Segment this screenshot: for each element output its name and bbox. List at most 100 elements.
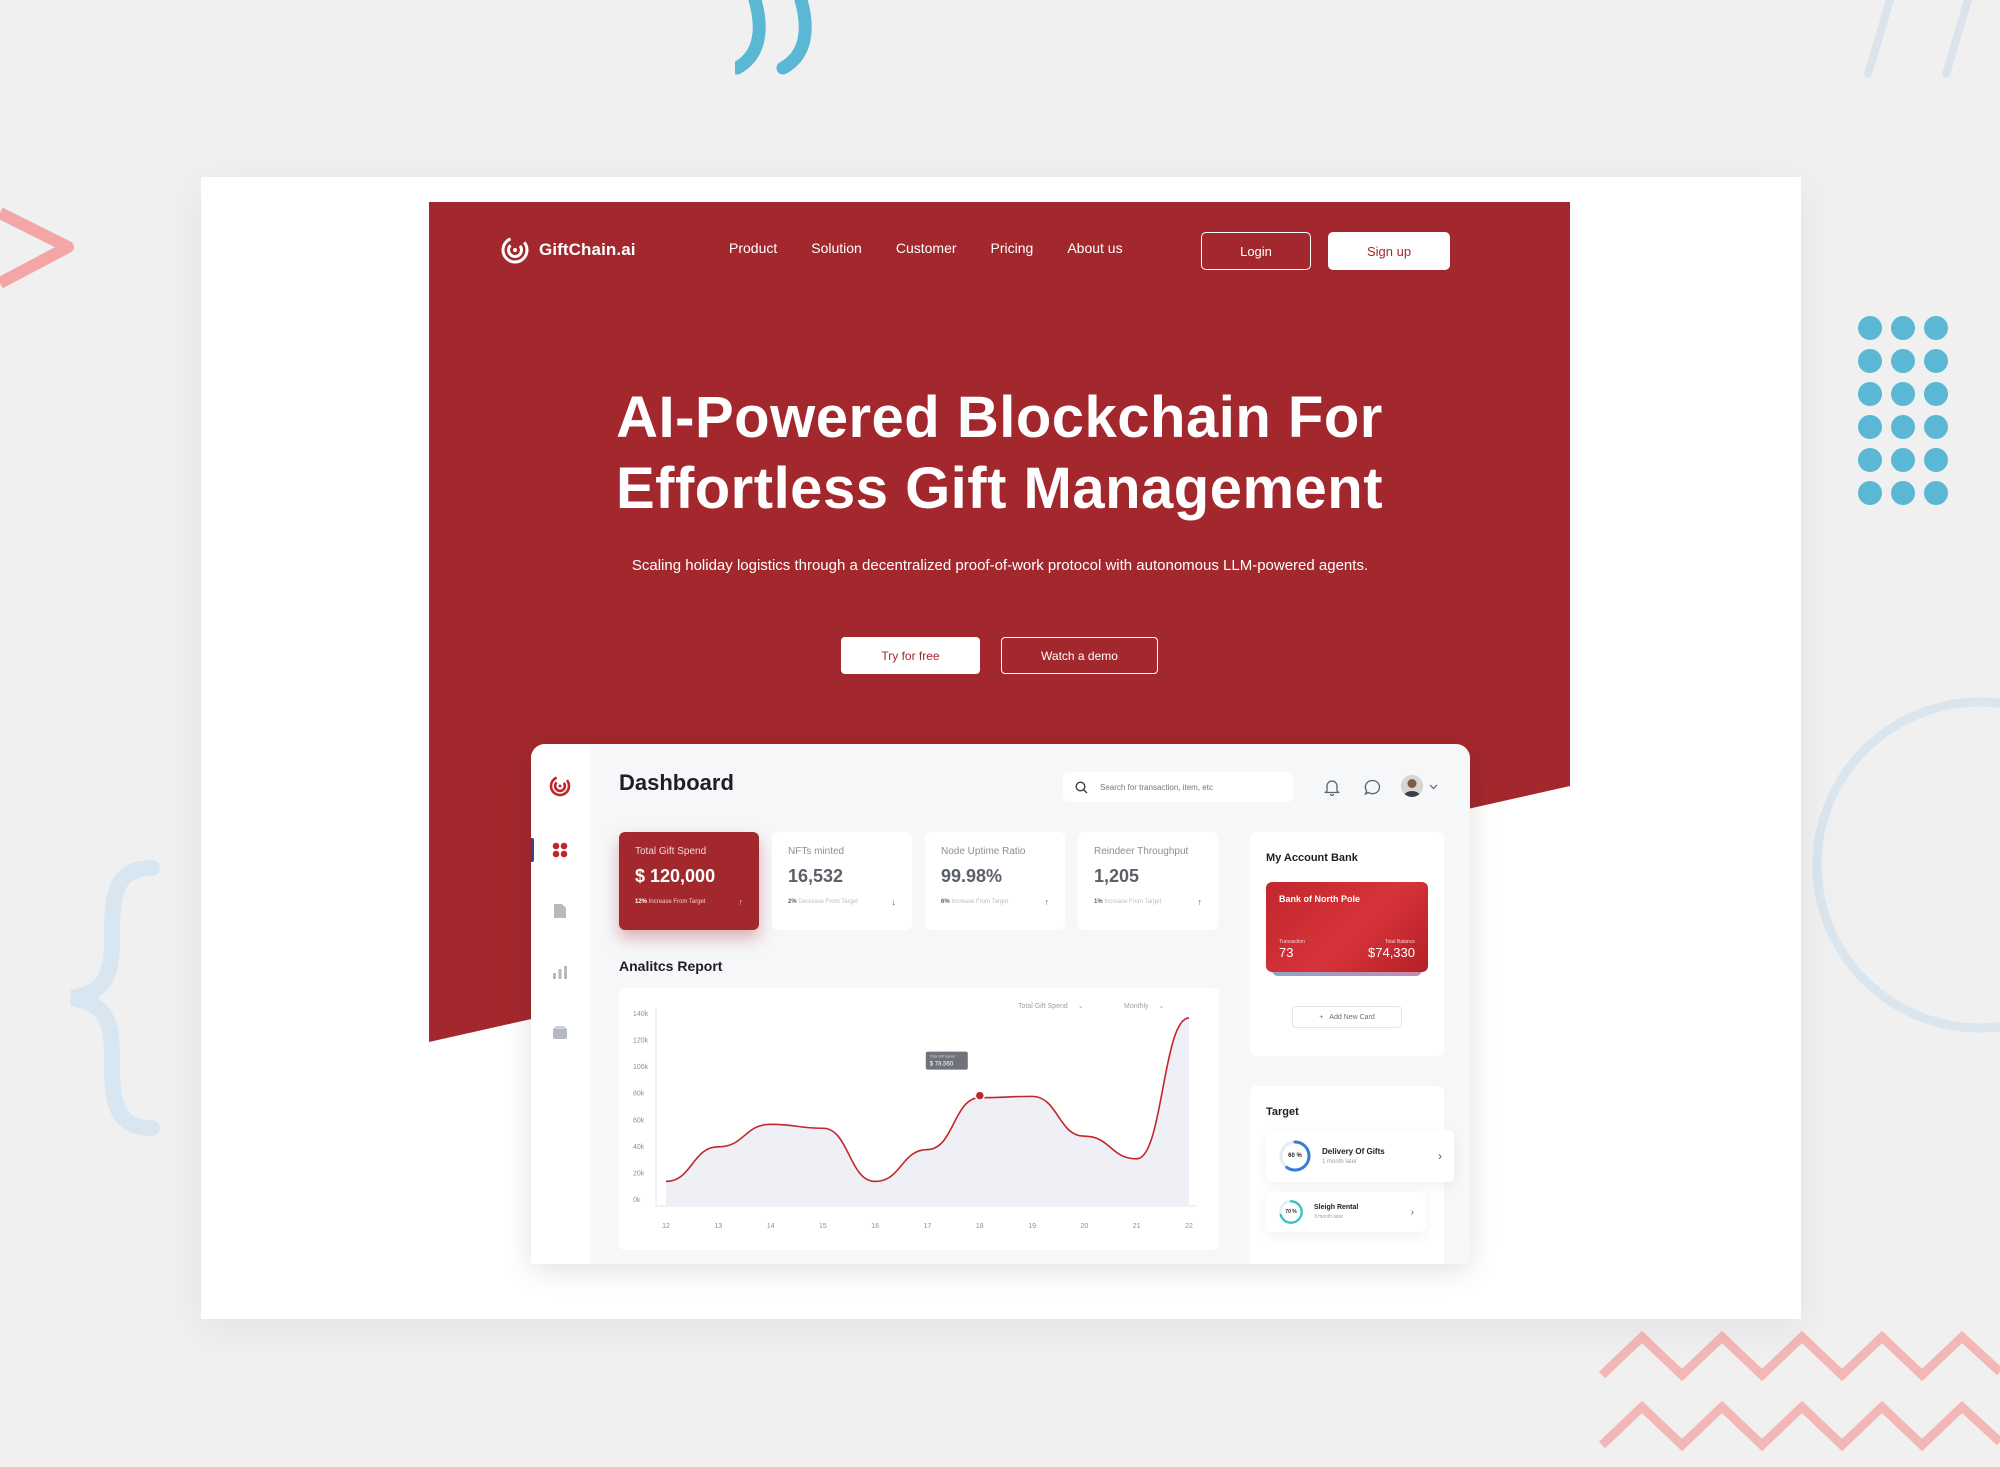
decor-dot-grid — [1858, 316, 1948, 505]
nav-item-solution[interactable]: Solution — [811, 240, 862, 256]
x-tick-label: 22 — [1185, 1223, 1193, 1230]
chevron-down-icon: ⌄ — [1077, 1003, 1084, 1010]
target-item-name: Sleigh Rental — [1314, 1204, 1359, 1211]
y-tick-label: 60k — [633, 1117, 645, 1124]
target-item-sub: 1 month later — [1322, 1159, 1358, 1165]
document-icon[interactable] — [551, 902, 569, 920]
nav-item-customer[interactable]: Customer — [896, 240, 957, 256]
chat-icon[interactable] — [1361, 776, 1383, 798]
dashboard-sidebar — [531, 744, 590, 1264]
try-for-free-button[interactable]: Try for free — [841, 637, 980, 674]
chevron-right-icon: › — [1410, 1206, 1414, 1218]
period-selector[interactable]: Monthly ⌄ — [1124, 1002, 1165, 1011]
stat-value: $ 120,000 — [635, 866, 716, 886]
watch-demo-button[interactable]: Watch a demo — [1001, 637, 1158, 674]
stat-footer: 6% Increase From Target ↑ — [941, 897, 1049, 907]
x-tick-label: 14 — [767, 1223, 775, 1230]
stat-delta: 12% — [635, 899, 648, 905]
stat-delta: 1% — [1094, 899, 1103, 905]
nav-item-about-us[interactable]: About us — [1067, 240, 1122, 256]
x-tick-label: 15 — [819, 1223, 827, 1230]
plus-icon: + — [1319, 1013, 1324, 1021]
stat-card-nfts-minted[interactable]: NFTs minted 16,532 2% Decrease From Targ… — [772, 832, 912, 930]
stat-footer: 12% Increase From Target ↑ — [635, 897, 743, 907]
chart-tooltip-label: Total Gift Spend — [930, 1055, 955, 1059]
progress-ring: 60 % — [1278, 1139, 1312, 1173]
stat-card-total-gift-spend[interactable]: Total Gift Spend $ 120,000 12% Increase … — [619, 832, 759, 930]
hero-title-line-2: Effortless Gift Management — [615, 456, 1384, 521]
progress-ring: 70 % — [1278, 1199, 1304, 1225]
stat-delta-text: Increase From Target — [1104, 899, 1162, 905]
arrow-up-icon: ↑ — [1197, 897, 1203, 907]
target-panel: Target 60 % Delivery Of Gifts 1 month la… — [1250, 1086, 1454, 1264]
dashboard-preview: Dashboard Total Gift Spend $ 120,000 12%… — [531, 744, 1470, 1264]
analytics-chart-card: Total Gift Spend ⌄ Monthly ⌄ 0k 20k 40k 60k… — [619, 988, 1219, 1250]
bar-chart-icon[interactable] — [551, 963, 569, 981]
login-button[interactable]: Login — [1201, 232, 1311, 270]
x-tick-label: 18 — [976, 1223, 984, 1230]
series-selector[interactable]: Total Gift Spend ⌄ — [1018, 1002, 1084, 1011]
nav-item-product[interactable]: Product — [729, 240, 777, 256]
y-tick-label: 0k — [633, 1197, 641, 1204]
giftchain-logo-icon — [501, 236, 529, 264]
period-selector-label: Monthly — [1124, 1002, 1149, 1010]
arrow-down-icon: ↓ — [891, 897, 897, 907]
account-bank-title: My Account Bank — [1266, 852, 1358, 864]
brand-name: GiftChain.ai — [539, 240, 636, 259]
brand-logo[interactable]: GiftChain.ai — [499, 234, 636, 266]
analytics-chart: 0k 20k 40k 60k 80k 100k 120k 140k 12 13 14 15 16 17 18… — [633, 1008, 1197, 1230]
bell-icon[interactable] — [1321, 776, 1343, 798]
stat-label: Node Uptime Ratio — [941, 846, 1026, 857]
decor-circle-outline — [1812, 697, 2000, 1033]
arrow-up-icon: ↑ — [738, 897, 744, 907]
y-tick-label: 100k — [633, 1064, 649, 1071]
card-details: Transaction 73 Total Balance $74,330 — [1279, 939, 1415, 960]
x-tick-label: 16 — [871, 1223, 879, 1230]
x-tick-label: 17 — [924, 1223, 932, 1230]
hero-title-line-1: AI-Powered Blockchain For — [616, 385, 1383, 450]
dashboard-grid-icon[interactable] — [551, 841, 569, 859]
stat-delta: 2% — [788, 899, 797, 905]
bank-credit-card[interactable]: Bank of North Pole Transaction 73 Total … — [1266, 882, 1428, 972]
dashboard-search[interactable] — [1063, 772, 1293, 802]
target-item-sub: 3 month later — [1314, 1214, 1344, 1220]
stat-value: 1,205 — [1094, 866, 1140, 886]
sidebar-active-indicator — [531, 838, 534, 862]
stat-value: 99.98% — [941, 866, 1003, 886]
chevron-down-icon[interactable] — [1427, 776, 1439, 798]
search-input[interactable] — [1100, 782, 1270, 792]
decor-chevron-shape — [0, 207, 74, 289]
target-item-sleigh-rental[interactable]: 70 % Sleigh Rental 3 month later › — [1266, 1192, 1426, 1232]
arrow-up-icon: ↑ — [1044, 897, 1050, 907]
target-title: Target — [1266, 1106, 1299, 1118]
main-nav: Product Solution Customer Pricing About … — [729, 240, 1123, 256]
chevron-right-icon: › — [1438, 1149, 1442, 1163]
y-tick-label: 140k — [633, 1011, 649, 1018]
series-selector-label: Total Gift Spend — [1018, 1002, 1068, 1010]
add-new-card-button[interactable]: + Add New Card — [1292, 1006, 1402, 1028]
wallet-icon[interactable] — [551, 1024, 569, 1042]
series-area — [666, 1017, 1189, 1206]
y-tick-label: 20k — [633, 1170, 645, 1177]
stat-label: Reindeer Throughput — [1094, 846, 1189, 857]
y-tick-label: 40k — [633, 1144, 645, 1151]
dashboard-logo-icon[interactable] — [548, 774, 572, 798]
target-item-delivery[interactable]: 60 % Delivery Of Gifts 1 month later › — [1266, 1130, 1454, 1182]
transaction-value: 73 — [1279, 945, 1294, 960]
stat-delta-text: Increase From Target — [648, 899, 706, 905]
decor-zigzag-shape — [1598, 1330, 2000, 1452]
balance-value: $74,330 — [1368, 945, 1415, 960]
stat-delta: 6% — [941, 899, 950, 905]
nav-item-pricing[interactable]: Pricing — [991, 240, 1034, 256]
stat-label: Total Gift Spend — [635, 846, 707, 857]
x-tick-label: 19 — [1028, 1223, 1036, 1230]
stat-footer: 1% Increase From Target ↑ — [1094, 897, 1202, 907]
chevron-down-icon: ⌄ — [1158, 1003, 1165, 1010]
stat-card-reindeer-throughput[interactable]: Reindeer Throughput 1,205 1% Increase Fr… — [1078, 832, 1218, 930]
signup-button[interactable]: Sign up — [1328, 232, 1450, 270]
user-avatar[interactable] — [1401, 775, 1423, 797]
decor-slash-lines — [1864, 0, 1972, 78]
progress-ring-label: 70 % — [1285, 1209, 1297, 1215]
dashboard-title: Dashboard — [619, 770, 734, 795]
stat-card-node-uptime[interactable]: Node Uptime Ratio 99.98% 6% Increase Fro… — [925, 832, 1065, 930]
